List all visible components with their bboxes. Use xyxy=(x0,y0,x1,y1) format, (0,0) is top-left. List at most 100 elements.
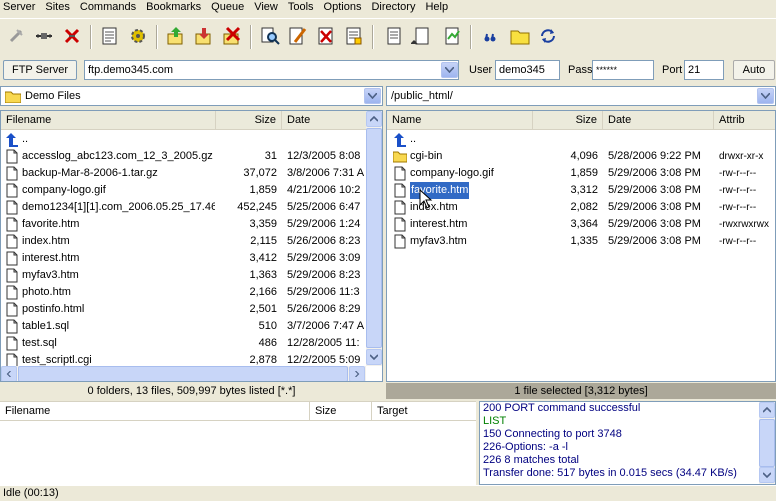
menu-tools[interactable]: Tools xyxy=(283,0,319,15)
log-vscrollbar[interactable] xyxy=(759,402,775,484)
local-col-date[interactable]: Date xyxy=(282,111,372,129)
menu-help[interactable]: Help xyxy=(420,0,453,15)
disconnect-icon[interactable] xyxy=(4,24,28,48)
file-size: 4,096 xyxy=(570,150,598,162)
file-date: 5/29/2006 1:24 xyxy=(287,218,361,230)
remote-col-date[interactable]: Date xyxy=(603,111,714,129)
port-input[interactable]: 21 xyxy=(684,60,724,80)
site-manager-icon[interactable] xyxy=(98,24,122,48)
scroll-up-button[interactable] xyxy=(366,111,382,127)
refresh-icon[interactable] xyxy=(440,24,464,48)
auto-button[interactable]: Auto xyxy=(733,60,775,80)
log-icon[interactable] xyxy=(410,24,434,48)
hscroll-thumb[interactable] xyxy=(18,366,348,381)
scroll-thumb[interactable] xyxy=(366,128,382,348)
table-row[interactable]: backup-Mar-8-2006-1.tar.gz 37,072 3/8/2006… xyxy=(1,165,382,182)
menu-queue[interactable]: Queue xyxy=(206,0,249,15)
table-row[interactable]: table1.sql 510 3/7/2006 7:47 A xyxy=(1,318,382,335)
scroll-down-button[interactable] xyxy=(366,349,382,365)
folder-icon[interactable] xyxy=(508,24,532,48)
quote-icon[interactable] xyxy=(478,24,502,48)
upload-icon[interactable] xyxy=(164,24,188,48)
pass-input[interactable]: ****** xyxy=(592,60,654,80)
file-size: 31 xyxy=(264,150,277,162)
local-hscrollbar[interactable] xyxy=(1,366,366,381)
user-input[interactable]: demo345 xyxy=(495,60,560,80)
menu-options[interactable]: Options xyxy=(319,0,367,15)
parent-dir-row[interactable]: .. xyxy=(1,131,382,148)
table-row[interactable]: favorite.htm 3,359 5/29/2006 1:24 xyxy=(1,216,382,233)
table-row[interactable]: company-logo.gif 1,859 4/21/2006 10:2 xyxy=(1,182,382,199)
search-icon[interactable] xyxy=(258,24,282,48)
remote-col-attrib[interactable]: Attrib xyxy=(714,111,775,129)
file-date: 5/29/2006 11:3 xyxy=(287,286,360,298)
local-list-header: Filename Size Date xyxy=(1,111,382,130)
scroll-right-button[interactable] xyxy=(349,366,365,381)
menu-sites[interactable]: Sites xyxy=(40,0,74,15)
connect-icon[interactable] xyxy=(32,24,56,48)
table-row[interactable]: interest.htm 3,364 5/29/2006 3:08 PM -rwxrw… xyxy=(387,216,775,233)
file-name: backup-Mar-8-2006-1.tar.gz xyxy=(22,167,158,179)
table-row[interactable]: myfav3.htm 1,363 5/29/2006 8:23 xyxy=(1,267,382,284)
local-path-dropdown-arrow[interactable] xyxy=(364,88,381,104)
table-row[interactable]: accesslog_abc123.com_12_3_2005.gz 31 12/3/… xyxy=(1,148,382,165)
remote-path-combo[interactable]: /public_html/ xyxy=(386,86,776,106)
host-input[interactable]: ftp.demo345.com xyxy=(84,60,459,80)
download-icon[interactable] xyxy=(192,24,216,48)
queue-col-size[interactable]: Size xyxy=(310,402,372,420)
local-path: Demo Files xyxy=(5,89,81,103)
local-path-combo[interactable]: Demo Files xyxy=(0,86,383,106)
remote-col-size[interactable]: Size xyxy=(533,111,603,129)
gear-icon[interactable] xyxy=(126,24,150,48)
delete-icon[interactable] xyxy=(220,24,244,48)
file-size: 3,312 xyxy=(570,184,598,196)
scroll-left-button[interactable] xyxy=(1,366,17,381)
properties-icon[interactable] xyxy=(342,24,366,48)
file-icon xyxy=(394,166,406,181)
remote-col-name[interactable]: Name xyxy=(387,111,533,129)
table-row[interactable]: interest.htm 3,412 5/29/2006 3:09 xyxy=(1,250,382,267)
chevron-down-icon xyxy=(368,93,377,99)
table-row[interactable]: photo.htm 2,166 5/29/2006 11:3 xyxy=(1,284,382,301)
table-row[interactable]: index.htm 2,115 5/26/2006 8:23 xyxy=(1,233,382,250)
local-col-size[interactable]: Size xyxy=(216,111,282,129)
queue-col-target[interactable]: Target xyxy=(372,402,476,420)
scroll-thumb[interactable] xyxy=(759,419,775,467)
menu-commands[interactable]: Commands xyxy=(75,0,141,15)
menu-server[interactable]: Server xyxy=(0,0,40,15)
queue-list: Filename Size Target xyxy=(0,401,476,485)
local-col-filename[interactable]: Filename xyxy=(1,111,216,129)
scroll-down-button[interactable] xyxy=(759,467,775,483)
log-line: Transfer done: 517 bytes in 0.015 secs (… xyxy=(483,467,737,479)
table-row[interactable]: favorite.htm 3,312 5/29/2006 3:08 PM -rw-r-… xyxy=(387,182,775,199)
menu-view[interactable]: View xyxy=(249,0,283,15)
host-dropdown-arrow[interactable] xyxy=(441,62,458,78)
table-row[interactable]: myfav3.htm 1,335 5/29/2006 3:08 PM -rw-r--r… xyxy=(387,233,775,250)
parent-dir-row[interactable]: .. xyxy=(387,131,775,148)
remote-path-dropdown-arrow[interactable] xyxy=(757,88,774,104)
cancel-icon[interactable] xyxy=(314,24,338,48)
queue-col-filename[interactable]: Filename xyxy=(0,402,310,420)
file-icon xyxy=(6,251,18,266)
menu-directory[interactable]: Directory xyxy=(366,0,420,15)
table-row[interactable]: demo1234[1][1].com_2006.05.25_17.46 452,2… xyxy=(1,199,382,216)
sync-icon[interactable] xyxy=(536,24,560,48)
table-row[interactable]: cgi-bin 4,096 5/28/2006 9:22 PM drwxr-xr-x xyxy=(387,148,775,165)
menu-bookmarks[interactable]: Bookmarks xyxy=(141,0,206,15)
table-row[interactable]: index.htm 2,082 5/29/2006 3:08 PM -rw-r--r-… xyxy=(387,199,775,216)
scroll-up-button[interactable] xyxy=(759,402,775,418)
table-row[interactable]: company-logo.gif 1,859 5/29/2006 3:08 PM -r… xyxy=(387,165,775,182)
edit-icon[interactable] xyxy=(286,24,310,48)
log-lines: 200 PORT command successful LIST 150 Conne… xyxy=(480,402,775,480)
file-name: postinfo.html xyxy=(22,303,85,315)
ftp-server-button[interactable]: FTP Server xyxy=(3,60,77,80)
file-size: 510 xyxy=(258,320,277,332)
local-vscrollbar[interactable] xyxy=(366,111,382,366)
file-name: index.htm xyxy=(22,235,70,247)
abort-icon[interactable] xyxy=(60,24,84,48)
table-row[interactable]: test.sql 486 12/28/2005 11: xyxy=(1,335,382,352)
table-row[interactable]: postinfo.html 2,501 5/26/2006 8:29 xyxy=(1,301,382,318)
file-attrib: -rw-r--r-- xyxy=(719,185,757,196)
queue-icon[interactable] xyxy=(382,24,406,48)
file-icon xyxy=(394,200,406,215)
